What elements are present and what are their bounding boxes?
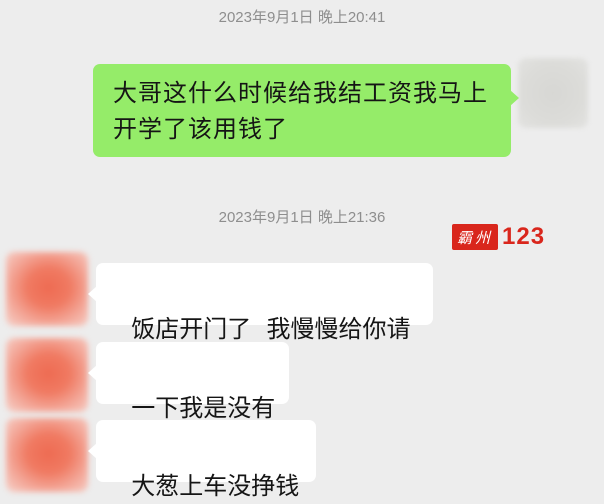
timestamp: 2023年9月1日 晚上20:41 [218, 9, 386, 26]
message-text: 大葱上车没挣钱 [131, 472, 300, 500]
contact-avatar[interactable] [6, 252, 88, 326]
message-text: 饭店开门了 我慢慢给你请 [131, 315, 411, 343]
message-text: 大哥这什么时候给我结工资我马上开学了该用钱了 [113, 79, 488, 143]
watermark-logo: 霸州 123 [452, 223, 546, 250]
received-message-bubble[interactable]: 饭店开门了 我慢慢给你请 [88, 263, 433, 343]
watermark-number: 123 [502, 223, 546, 250]
contact-avatar[interactable] [6, 418, 88, 492]
received-message-bubble[interactable]: 大葱上车没挣钱 [88, 420, 316, 500]
message-text: 一下我是没有 [131, 394, 276, 422]
contact-avatar[interactable] [6, 338, 88, 412]
received-message-bubble[interactable]: 一下我是没有 [88, 342, 289, 422]
sent-message-bubble[interactable]: 大哥这什么时候给我结工资我马上开学了该用钱了 [93, 64, 519, 157]
my-avatar[interactable] [518, 58, 588, 128]
watermark-seal: 霸州 [452, 224, 499, 250]
